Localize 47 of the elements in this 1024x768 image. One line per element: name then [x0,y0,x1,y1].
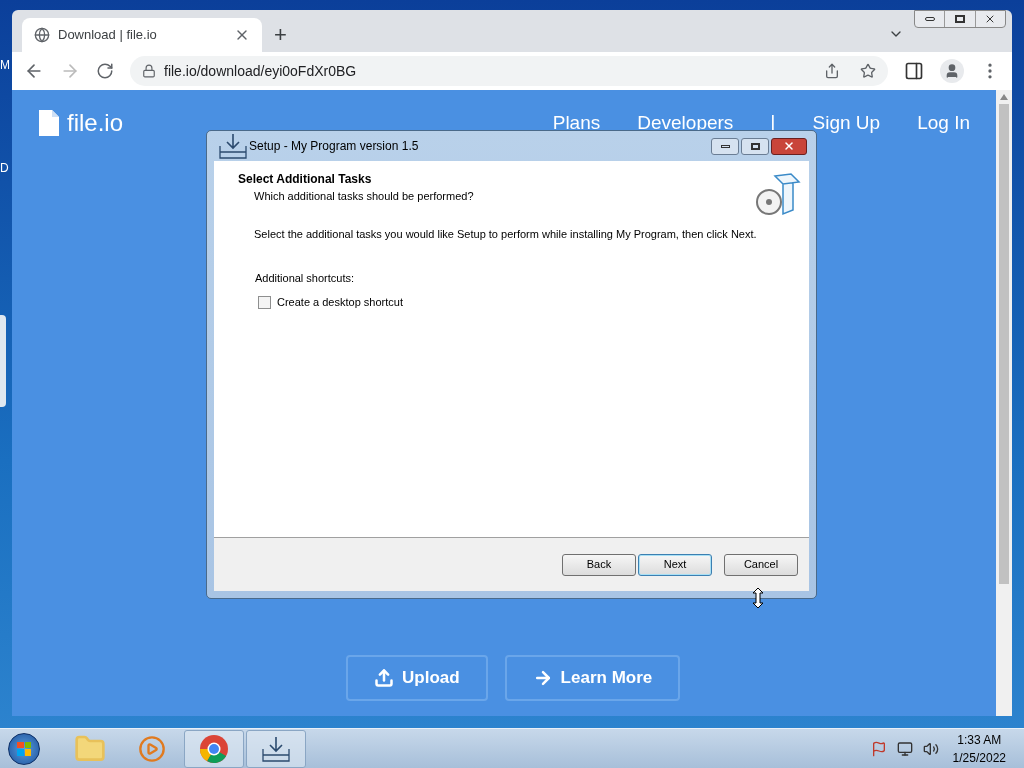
side-panel-icon[interactable] [904,61,924,81]
close-button[interactable] [771,137,807,155]
desktop-label: M [0,57,10,74]
minimize-button[interactable] [711,137,739,155]
bookmark-star-icon[interactable] [860,63,876,79]
profile-icon[interactable] [940,59,964,83]
minimize-icon[interactable] [924,17,935,21]
download-tray-icon [260,734,292,763]
reload-icon[interactable] [96,62,114,80]
volume-icon[interactable] [922,740,939,757]
dialog-button[interactable]: Back [562,553,636,576]
network-icon[interactable] [896,740,913,757]
close-icon [783,140,795,152]
tab-title: Download | file.io [58,26,158,45]
checkbox[interactable] [258,295,271,309]
address-bar[interactable]: file.io/download/eyi0oFdXr0BG [130,56,888,86]
software-box-icon [755,170,801,216]
url-text: file.io/download/eyi0oFdXr0BG [164,61,358,81]
maximize-button[interactable] [741,137,769,155]
group-label: Additional shortcuts: [254,270,356,286]
scrollbar-thumb[interactable] [999,104,1009,584]
dialog-title: Setup - My Program version 1.5 [249,138,420,155]
globe-icon [34,27,50,43]
taskbar-app[interactable] [184,729,244,768]
page-subheading: Which additional tasks should be performed? [253,189,474,204]
option-label: Create a desktop shortcut [277,295,403,310]
share-icon[interactable] [824,63,840,79]
dialog-button[interactable]: Cancel [724,553,798,576]
upload-icon [374,668,394,688]
dialog-button[interactable]: Next [638,553,712,576]
clock-date[interactable]: 1/25/2022 [952,748,1006,767]
desktop-label: D [0,160,10,177]
instruction-text: Select the additional tasks you would like Setup to perform while installing My Program, then click Next. [253,227,758,242]
browser-logo-icon [199,733,229,764]
maximize-icon[interactable] [955,15,965,23]
browser-tab[interactable]: Download | file.io [22,18,262,52]
flag-icon[interactable] [870,740,887,757]
clock-time[interactable]: 1:33 AM [957,730,1002,749]
scroll-up-icon[interactable] [1000,94,1008,100]
download-tray-icon [217,132,249,160]
new-tab-button[interactable]: + [274,24,287,46]
lock-icon [142,64,156,78]
resize-cursor-icon [752,587,764,609]
taskbar-app[interactable] [246,729,306,768]
file-icon [39,110,59,136]
page-heading: Select Additional Tasks [238,171,373,188]
play-icon [138,734,166,763]
